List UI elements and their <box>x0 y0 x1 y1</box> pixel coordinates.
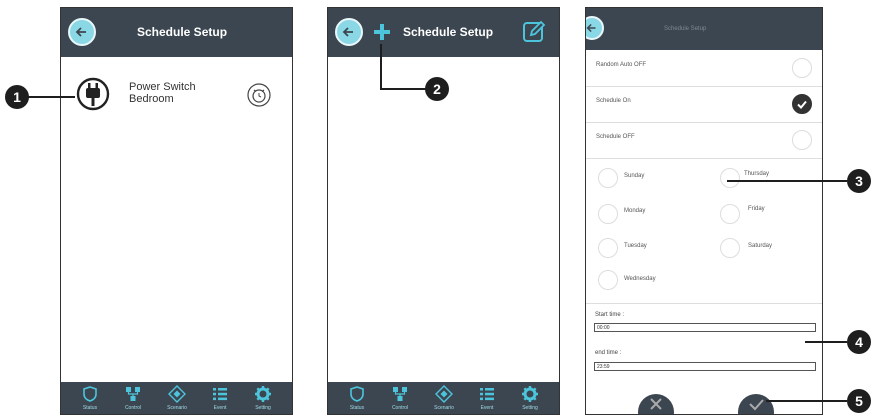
phone-screen-schedule-list: Schedule Setup Status Control Scenario E… <box>327 7 560 415</box>
shield-icon <box>83 386 97 402</box>
device-name-line1: Power Switch <box>129 81 196 93</box>
option-label: Random Auto OFF <box>596 62 647 68</box>
nav-status[interactable]: Status <box>67 382 113 414</box>
option-checkbox[interactable] <box>792 130 812 150</box>
nav-label: Control <box>124 405 142 411</box>
callout-1-line <box>28 96 75 98</box>
nav-scenario[interactable]: Scenario <box>154 382 200 414</box>
callout-4-line <box>805 341 847 343</box>
option-label: Schedule On <box>596 98 631 104</box>
callout-5-line <box>766 400 847 402</box>
end-time-input[interactable]: 23:59 <box>594 362 816 371</box>
cancel-button[interactable] <box>638 394 674 414</box>
device-name-line2: Bedroom <box>129 93 174 105</box>
check-icon <box>749 399 764 411</box>
option-schedule-on[interactable]: Schedule On <box>586 86 822 123</box>
end-time-label: end time : <box>595 350 622 356</box>
callout-5: 5 <box>847 389 871 413</box>
nav-control[interactable]: Control <box>110 382 156 414</box>
nav-label: Control <box>391 405 409 411</box>
back-arrow-icon[interactable] <box>335 18 363 46</box>
page-title: Schedule Setup <box>664 26 707 32</box>
nav-status[interactable]: Status <box>334 382 380 414</box>
plug-icon <box>75 76 111 112</box>
bottom-nav: Status Control Scenario Event Setting <box>61 382 292 414</box>
bottom-nav: Status Control Scenario Event Setting <box>328 382 559 414</box>
nav-event[interactable]: Event <box>197 382 243 414</box>
nav-label: Event <box>480 405 494 411</box>
divider <box>586 303 822 304</box>
option-schedule-off[interactable]: Schedule OFF <box>586 122 822 159</box>
check-icon[interactable] <box>792 94 812 114</box>
callout-4: 4 <box>847 330 871 354</box>
option-random-auto-off[interactable]: Random Auto OFF <box>586 50 822 87</box>
callout-2-line <box>380 88 426 90</box>
phone-screen-schedule-detail: Schedule Setup Random Auto OFF Schedule … <box>585 7 823 415</box>
gear-icon <box>522 386 538 402</box>
option-label: Schedule OFF <box>596 134 635 140</box>
callout-1: 1 <box>5 85 29 109</box>
option-checkbox[interactable] <box>792 58 812 78</box>
nav-label: Scenario <box>167 405 187 411</box>
callout-2: 2 <box>425 77 449 101</box>
nav-event[interactable]: Event <box>464 382 510 414</box>
gear-icon <box>255 386 271 402</box>
list-icon <box>213 388 227 401</box>
nav-label: Setting <box>522 405 538 411</box>
phone-screen-device-list: Schedule Setup Power Switch Bedroom Stat… <box>60 7 293 415</box>
network-icon <box>126 387 140 401</box>
nav-label: Scenario <box>434 405 454 411</box>
nav-label: Event <box>213 405 227 411</box>
confirm-button[interactable] <box>738 394 774 414</box>
top-bar: Schedule Setup <box>586 8 822 50</box>
callout-2-line <box>380 44 382 89</box>
close-icon <box>650 398 662 410</box>
diamond-icon <box>435 385 453 403</box>
page-title: Schedule Setup <box>403 25 494 39</box>
start-time-input[interactable]: 00:00 <box>594 323 816 332</box>
start-time-label: Start time : <box>595 312 625 318</box>
alarm-clock-icon[interactable] <box>247 83 271 107</box>
nav-setting[interactable]: Setting <box>507 382 553 414</box>
nav-label: Status <box>349 405 365 411</box>
back-arrow-icon[interactable] <box>586 16 604 40</box>
back-arrow-icon[interactable] <box>68 18 96 46</box>
top-bar: Schedule Setup <box>328 8 559 57</box>
device-name[interactable]: Power Switch Bedroom <box>129 81 196 105</box>
top-bar: Schedule Setup <box>61 8 292 57</box>
callout-3-line <box>727 180 847 182</box>
nav-label: Setting <box>255 405 271 411</box>
network-icon <box>393 387 407 401</box>
page-title: Schedule Setup <box>137 25 228 39</box>
diamond-icon <box>168 385 186 403</box>
nav-label: Status <box>82 405 98 411</box>
callout-3: 3 <box>847 169 871 193</box>
shield-icon <box>350 386 364 402</box>
nav-setting[interactable]: Setting <box>240 382 286 414</box>
nav-scenario[interactable]: Scenario <box>421 382 467 414</box>
edit-icon[interactable] <box>522 20 546 44</box>
nav-control[interactable]: Control <box>377 382 423 414</box>
list-icon <box>480 388 494 401</box>
plus-icon[interactable] <box>372 22 392 42</box>
